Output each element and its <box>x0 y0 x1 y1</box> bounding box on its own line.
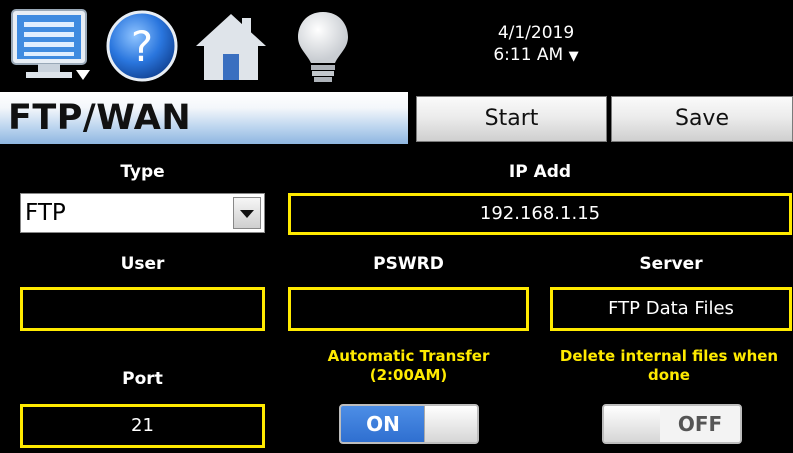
save-button[interactable]: Save <box>611 96 793 142</box>
port-label: Port <box>122 369 163 389</box>
help-icon[interactable]: ? <box>104 8 182 84</box>
type-select-value: FTP <box>25 200 66 226</box>
time-text: 6:11 AM ▼ <box>493 45 579 65</box>
start-button[interactable]: Start <box>416 96 607 142</box>
top-toolbar: ? 4/1/2019 6:11 AM ▼ <box>0 0 793 92</box>
toggle-off-text: OFF <box>660 406 740 442</box>
user-label: User <box>120 254 165 274</box>
title-bar: FTP/WAN Start Save <box>0 92 793 144</box>
user-field[interactable] <box>20 287 265 331</box>
server-label: Server <box>639 254 703 274</box>
type-label: Type <box>120 162 165 182</box>
port-field[interactable]: 21 <box>20 404 265 448</box>
monitor-menu-icon[interactable] <box>10 8 94 84</box>
date-time-dropdown[interactable]: 4/1/2019 6:11 AM ▼ <box>456 22 616 68</box>
type-select[interactable]: FTP <box>20 193 265 233</box>
server-field[interactable]: FTP Data Files <box>550 287 792 331</box>
chevron-down-icon[interactable] <box>233 197 261 229</box>
delete-files-label: Delete internal files when done <box>559 347 779 384</box>
password-label: PSWRD <box>373 254 444 274</box>
page-title: FTP/WAN <box>0 92 408 144</box>
ip-address-field[interactable]: 192.168.1.15 <box>288 193 792 235</box>
toggle-knob[interactable] <box>604 406 663 442</box>
auto-transfer-label: Automatic Transfer (2:00AM) <box>327 347 490 384</box>
toggle-knob[interactable] <box>424 406 477 442</box>
auto-transfer-toggle[interactable]: ON <box>339 404 479 444</box>
lightbulb-icon[interactable] <box>292 8 354 84</box>
delete-files-toggle[interactable]: OFF <box>602 404 742 444</box>
chevron-down-icon: ▼ <box>568 49 579 64</box>
date-text: 4/1/2019 <box>497 23 575 43</box>
home-icon[interactable] <box>192 8 270 84</box>
svg-text:?: ? <box>131 22 153 71</box>
toggle-on-text: ON <box>341 406 425 442</box>
ip-label: IP Add <box>508 162 572 182</box>
password-field[interactable] <box>288 287 529 331</box>
